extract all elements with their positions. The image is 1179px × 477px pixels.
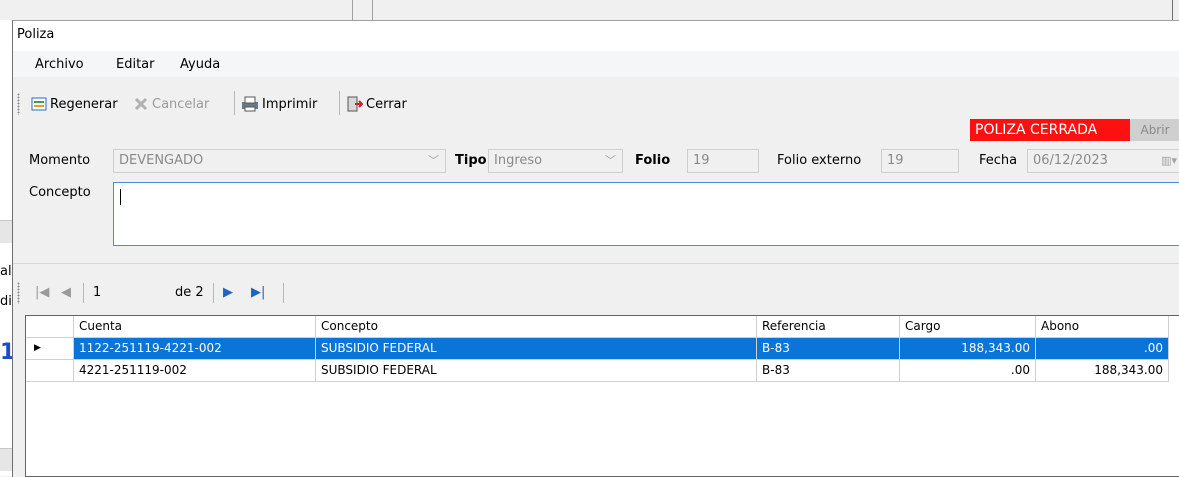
fecha-picker[interactable]: 06/12/2023 ▥▾ <box>1027 149 1179 173</box>
header-corner <box>26 316 74 338</box>
cell-referencia[interactable]: B-83 <box>757 360 900 382</box>
navigator-separator <box>83 283 84 303</box>
folio-field[interactable]: 19 <box>687 149 759 173</box>
row-selector-icon[interactable]: ▶ <box>26 338 74 360</box>
record-navigator: |◀ ◀ 1 de 2 ▶ ▶| <box>13 279 1179 307</box>
fecha-value: 06/12/2023 <box>1033 153 1108 168</box>
folio-value: 19 <box>693 153 710 168</box>
imprimir-label: Imprimir <box>262 96 318 112</box>
abrir-button[interactable]: Abrir <box>1130 119 1179 141</box>
total-count: de 2 <box>175 285 204 300</box>
cell-cargo[interactable]: .00 <box>900 360 1036 382</box>
fecha-label: Fecha <box>979 153 1018 168</box>
column-header-referencia[interactable]: Referencia <box>757 316 900 338</box>
next-record-icon[interactable]: ▶ <box>223 285 233 300</box>
chevron-down-icon: ﹀ <box>428 154 439 167</box>
cell-referencia[interactable]: B-83 <box>757 338 900 360</box>
folio-externo-value: 19 <box>887 153 904 168</box>
calendar-icon[interactable]: ▥▾ <box>1161 150 1177 172</box>
cancelar-label: Cancelar <box>152 96 210 112</box>
background-text: di <box>0 294 12 309</box>
background-strip <box>0 448 12 471</box>
status-badge: POLIZA CERRADA <box>970 119 1130 141</box>
cancel-icon <box>134 97 148 111</box>
section-divider <box>13 263 1179 264</box>
cell-cargo[interactable]: 188,343.00 <box>900 338 1036 360</box>
tipo-label: Tipo <box>455 153 487 168</box>
first-record-icon[interactable]: |◀ <box>35 285 49 300</box>
row-selector[interactable] <box>26 360 74 382</box>
cell-cuenta[interactable]: 4221-251119-002 <box>74 360 316 382</box>
previous-record-icon[interactable]: ◀ <box>61 285 71 300</box>
text-caret <box>120 189 121 205</box>
folio-externo-field[interactable]: 19 <box>881 149 959 173</box>
column-header-concepto[interactable]: Concepto <box>316 316 757 338</box>
concepto-input[interactable] <box>113 182 1179 246</box>
momento-select[interactable]: DEVENGADO ﹀ <box>113 149 446 173</box>
printer-icon <box>242 96 258 112</box>
column-header-cuenta[interactable]: Cuenta <box>74 316 316 338</box>
background-divider <box>1172 0 1173 20</box>
background-text: al <box>0 264 12 279</box>
menu-bar: Archivo Editar Ayuda <box>13 51 1179 77</box>
background-window-left: al di 1 <box>0 20 15 476</box>
folio-label: Folio <box>635 153 671 168</box>
window-title: Poliza <box>17 27 55 42</box>
imprimir-button[interactable]: Imprimir <box>241 93 317 115</box>
concepto-label: Concepto <box>29 185 91 200</box>
menu-editar[interactable]: Editar <box>116 57 155 72</box>
position-input[interactable]: 1 <box>93 285 101 300</box>
cell-concepto[interactable]: SUBSIDIO FEDERAL <box>316 338 757 360</box>
toolbar-separator <box>339 91 340 115</box>
chevron-down-icon: ﹀ <box>605 154 616 167</box>
menu-archivo[interactable]: Archivo <box>35 57 84 72</box>
regenerate-icon <box>31 97 47 111</box>
cell-abono[interactable]: 188,343.00 <box>1036 360 1169 382</box>
momento-value: DEVENGADO <box>119 153 204 168</box>
poliza-window: Poliza Archivo Editar Ayuda Regenerar Ca… <box>12 20 1179 477</box>
regenerar-label: Regenerar <box>50 96 118 112</box>
tipo-select[interactable]: Ingreso ﹀ <box>488 149 623 173</box>
background-divider <box>352 0 353 20</box>
tipo-value: Ingreso <box>494 153 543 168</box>
cerrar-label: Cerrar <box>366 96 407 112</box>
folio-externo-label: Folio externo <box>777 153 862 168</box>
background-window-top <box>0 0 1179 20</box>
column-header-cargo[interactable]: Cargo <box>900 316 1036 338</box>
grid-header: Cuenta Concepto Referencia Cargo Abono <box>26 316 1179 338</box>
entries-grid: Cuenta Concepto Referencia Cargo Abono ▶… <box>25 315 1179 477</box>
background-divider <box>372 0 373 20</box>
last-record-icon[interactable]: ▶| <box>251 285 265 300</box>
toolbar-grip[interactable] <box>17 93 20 115</box>
navigator-separator <box>213 283 214 303</box>
regenerar-button[interactable]: Regenerar <box>31 93 118 115</box>
column-header-abono[interactable]: Abono <box>1036 316 1169 338</box>
toolbar-separator <box>234 91 235 115</box>
toolbar: Regenerar Cancelar Imprimir Cerrar <box>13 87 1179 119</box>
navigator-grip[interactable] <box>17 282 20 304</box>
exit-door-icon <box>347 96 363 112</box>
navigator-separator <box>283 283 284 303</box>
title-bar: Poliza <box>13 21 1179 51</box>
cell-cuenta[interactable]: 1122-251119-4221-002 <box>74 338 316 360</box>
cell-abono[interactable]: .00 <box>1036 338 1169 360</box>
cell-concepto[interactable]: SUBSIDIO FEDERAL <box>316 360 757 382</box>
cerrar-button[interactable]: Cerrar <box>347 93 407 115</box>
cancelar-button[interactable]: Cancelar <box>133 93 209 115</box>
momento-label: Momento <box>29 153 91 168</box>
background-strip <box>0 220 12 243</box>
menu-ayuda[interactable]: Ayuda <box>180 57 220 72</box>
